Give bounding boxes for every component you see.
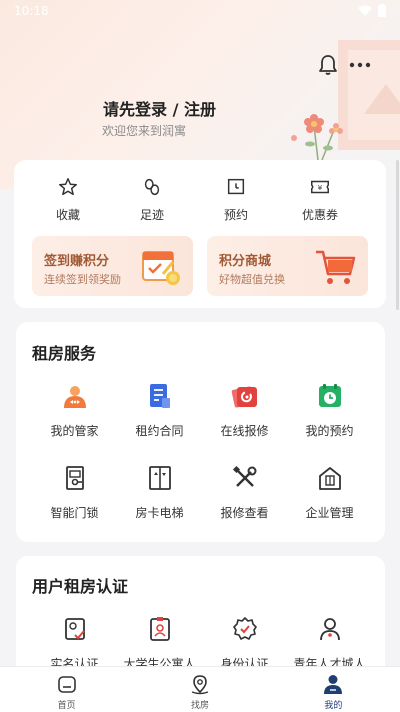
rental-services-title: 租房服务 (32, 344, 97, 363)
service-label: 智能门锁 (50, 506, 99, 520)
elevator-icon (148, 466, 171, 490)
footprint-icon (144, 178, 160, 196)
service-enterprise-management[interactable]: 企业管理 (287, 464, 372, 521)
id-check-icon (64, 618, 85, 640)
location-icon (191, 675, 209, 695)
quick-coupons[interactable]: ¥ 优惠券 (278, 172, 362, 228)
rental-certification-title: 用户租房认证 (32, 577, 129, 596)
tab-home[interactable]: 首页 (0, 667, 133, 712)
calendar-coin-icon (142, 251, 180, 285)
svg-text:¥: ¥ (318, 183, 323, 192)
service-label: 房卡电梯 (135, 506, 184, 520)
service-lease-contract[interactable]: 租约合同 (117, 382, 202, 439)
quick-favorites[interactable]: 收藏 (26, 172, 110, 228)
service-card-elevator[interactable]: 房卡电梯 (117, 464, 202, 521)
quick-actions-row: 收藏 足迹 预约 ¥ 优惠券 (14, 172, 386, 228)
wifi-icon (358, 5, 372, 16)
notification-bell-icon[interactable] (316, 53, 340, 77)
service-label: 我的预约 (305, 424, 354, 438)
battery-icon (378, 4, 386, 17)
cert-young-talent[interactable]: 青年人才城人 (287, 615, 372, 672)
service-my-butler[interactable]: 我的管家 (32, 382, 117, 439)
welcome-subtitle: 欢迎您来到润寓 (102, 124, 187, 138)
status-bar: 10:18 (0, 0, 400, 24)
quick-label: 收藏 (55, 208, 80, 222)
service-label: 在线报修 (220, 424, 269, 438)
shopping-cart-icon (316, 250, 356, 284)
clock-calendar-icon (318, 384, 341, 407)
rental-services-row-2: 智能门锁 房卡电梯 报修查看 企业管理 (32, 464, 372, 521)
certification-row: 实名认证 大学生公寓人 身份认证 青年人才城人 (32, 615, 372, 672)
promo-subtitle: 好物超值兑换 (219, 273, 285, 286)
rental-services-row-1: 我的管家 租约合同 在线报修 我的预约 (32, 382, 372, 439)
checkin-points-banner[interactable]: 签到赚积分 连续签到领奖励 (32, 236, 193, 296)
service-label: 我的管家 (50, 424, 99, 438)
quick-label: 足迹 (139, 208, 164, 222)
more-options-icon[interactable] (348, 56, 372, 74)
tab-label: 我的 (324, 701, 343, 711)
quick-appointments[interactable]: 预约 (194, 172, 278, 228)
home-icon (57, 676, 76, 693)
tools-icon (232, 465, 256, 487)
service-label: 报修查看 (220, 506, 269, 520)
service-label: 企业管理 (305, 506, 354, 520)
tab-find-home[interactable]: 找房 (133, 667, 266, 712)
user-icon (324, 675, 343, 694)
scrollbar-thumb[interactable] (396, 160, 399, 310)
calendar-icon (227, 178, 245, 195)
quick-label: 优惠券 (301, 208, 338, 222)
tab-mine[interactable]: 我的 (267, 667, 400, 712)
enterprise-icon (318, 467, 341, 490)
tab-label: 找房 (190, 701, 209, 711)
repair-card-icon (231, 386, 257, 408)
promo-subtitle: 连续签到领奖励 (44, 273, 121, 286)
coupon-icon: ¥ (311, 180, 329, 194)
quick-label: 预约 (223, 208, 248, 222)
cert-student[interactable]: 大学生公寓人 (117, 615, 202, 672)
points-mall-banner[interactable]: 积分商城 好物超值兑换 (207, 236, 368, 296)
student-badge-icon (149, 617, 170, 641)
bottom-tab-bar: 首页 找房 我的 (0, 666, 400, 712)
quick-history[interactable]: 足迹 (110, 172, 194, 228)
butler-icon (63, 386, 86, 408)
cert-real-name[interactable]: 实名认证 (32, 615, 117, 672)
verified-badge-icon (232, 617, 257, 640)
door-lock-icon (65, 466, 84, 490)
cert-identity[interactable]: 身份认证 (202, 615, 287, 672)
service-smart-lock[interactable]: 智能门锁 (32, 464, 117, 521)
flower-illustration (291, 114, 343, 161)
star-icon (59, 178, 77, 196)
service-repair-status[interactable]: 报修查看 (202, 464, 287, 521)
login-register-link[interactable]: 请先登录 / 注册 (103, 96, 216, 120)
person-icon (319, 618, 340, 641)
service-online-repair[interactable]: 在线报修 (202, 382, 287, 439)
status-time: 10:18 (14, 4, 49, 18)
service-label: 租约合同 (135, 424, 184, 438)
tab-label: 首页 (57, 701, 76, 711)
service-my-appointments[interactable]: 我的预约 (287, 382, 372, 439)
promo-title: 积分商城 (219, 254, 272, 269)
contract-icon (149, 384, 170, 408)
promo-title: 签到赚积分 (44, 254, 110, 269)
